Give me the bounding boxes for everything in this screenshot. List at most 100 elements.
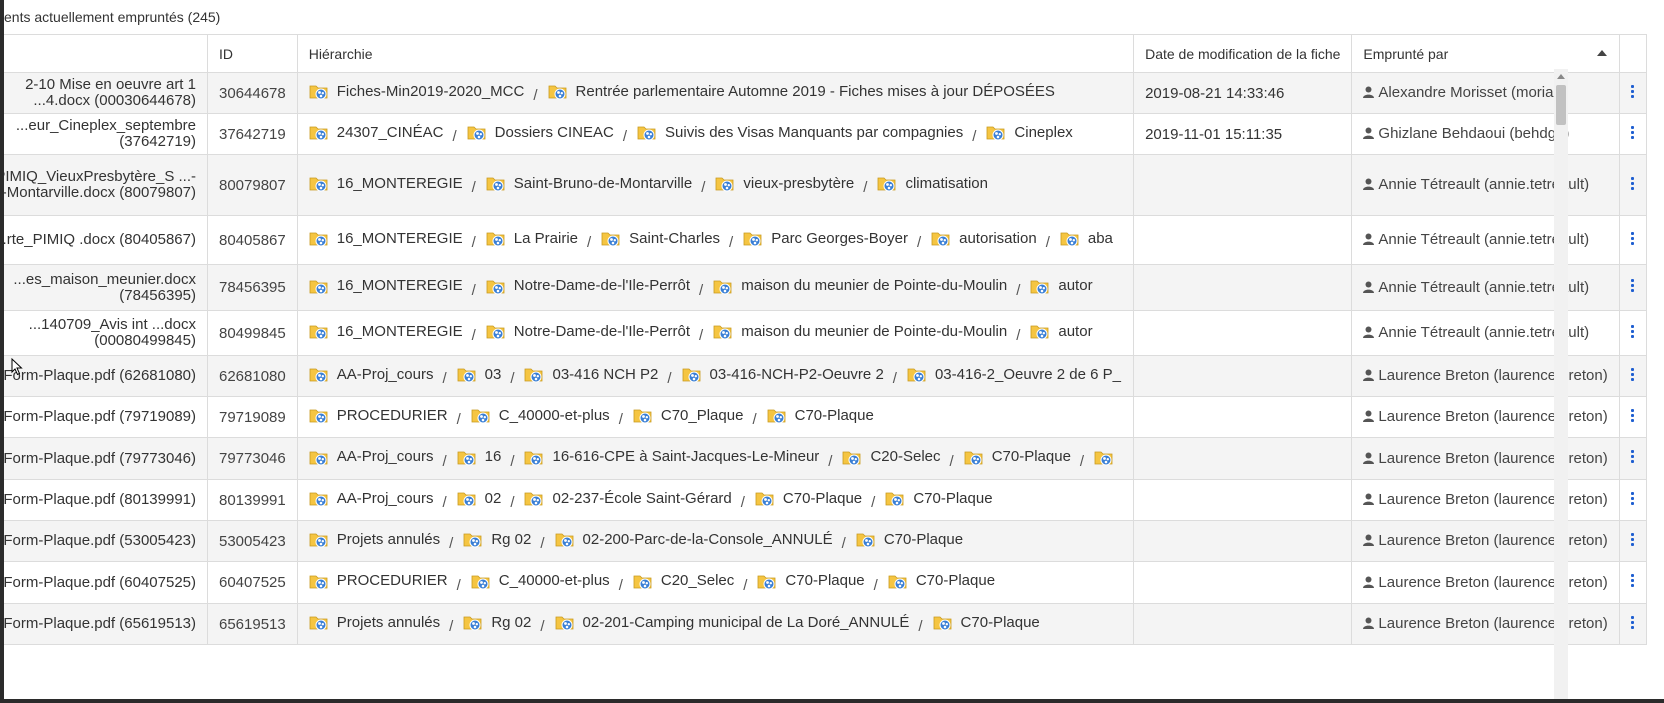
breadcrumb-folder[interactable]: C_40000-et-plus: [471, 572, 610, 590]
table-row[interactable]: ...0-Form-Plaque.pdf (60407525)60407525P…: [4, 561, 1647, 604]
table-row[interactable]: ...PIMIQ_VieuxPresbytère_S ...-de-Montar…: [4, 154, 1647, 216]
table-row[interactable]: ...0-Form-Plaque.pdf (65619513)65619513P…: [4, 603, 1647, 645]
breadcrumb-folder[interactable]: autorisation: [931, 229, 1037, 247]
breadcrumb-folder[interactable]: C70-Plaque: [885, 489, 993, 507]
breadcrumb-folder[interactable]: 24307_CINÉAC: [309, 123, 443, 141]
document-name-cell[interactable]: ...es_maison_meunier.docx (78456395): [4, 264, 208, 311]
kebab-menu-icon[interactable]: [1630, 366, 1635, 383]
document-name[interactable]: ...0-Form-Plaque.pdf (80139991): [4, 492, 196, 508]
document-name-cell[interactable]: ...0-Form-Plaque.pdf (53005423): [4, 520, 208, 562]
breadcrumb-folder[interactable]: C20-Selec: [842, 448, 941, 466]
column-header-id[interactable]: ID: [207, 34, 298, 73]
table-row[interactable]: ...0-Form-Plaque.pdf (53005423)53005423P…: [4, 520, 1647, 562]
document-name-cell[interactable]: ...0-Form-Plaque.pdf (65619513): [4, 603, 208, 645]
breadcrumb-folder[interactable]: Saint-Charles: [601, 229, 720, 247]
breadcrumb-folder[interactable]: AA-Proj_cours: [309, 489, 433, 507]
breadcrumb-folder[interactable]: C70-Plaque: [755, 489, 862, 507]
table-row[interactable]: 2-10 Mise en oeuvre art 1 ...4.docx (000…: [4, 72, 1647, 114]
breadcrumb-folder[interactable]: C70-Plaque: [757, 572, 865, 590]
table-row[interactable]: ...es_maison_meunier.docx (78456395) 7845…: [4, 264, 1647, 311]
breadcrumb-folder[interactable]: Parc Georges-Boyer: [743, 229, 908, 247]
kebab-menu-icon[interactable]: [1630, 572, 1635, 589]
document-name[interactable]: ...es_maison_meunier.docx (78456395): [4, 271, 196, 304]
kebab-menu-icon[interactable]: [1630, 490, 1635, 507]
breadcrumb-folder[interactable]: Cineplex: [986, 123, 1073, 141]
breadcrumb-folder[interactable]: autor: [1030, 277, 1093, 295]
breadcrumb-folder[interactable]: La Prairie: [486, 229, 578, 247]
breadcrumb-folder[interactable]: PROCEDURIER: [309, 406, 448, 424]
breadcrumb-folder[interactable]: 16_MONTEREGIE: [309, 229, 463, 247]
table-row[interactable]: ...0-Form-Plaque.pdf (79773046)79773046A…: [4, 437, 1647, 480]
document-name-cell[interactable]: 2-10 Mise en oeuvre art 1 ...4.docx (000…: [4, 72, 208, 114]
breadcrumb-folder[interactable]: 03-416-2_Oeuvre 2 de 6 P_: [907, 365, 1121, 383]
column-header-modified[interactable]: Date de modification de la fiche: [1133, 34, 1353, 73]
breadcrumb-folder[interactable]: C70-Plaque: [964, 448, 1071, 466]
breadcrumb-folder[interactable]: Dossiers CINEAC: [467, 123, 614, 141]
breadcrumb-folder[interactable]: Rentrée parlementaire Automne 2019 - Fic…: [548, 82, 1055, 100]
document-name[interactable]: ...0-Form-Plaque.pdf (65619513): [4, 616, 196, 632]
breadcrumb-folder[interactable]: C70-Plaque: [888, 572, 995, 590]
breadcrumb-folder[interactable]: C70-Plaque: [856, 530, 963, 548]
breadcrumb-folder[interactable]: 02: [457, 489, 501, 507]
breadcrumb-folder[interactable]: Notre-Dame-de-l'Ile-Perrôt: [486, 322, 690, 340]
column-header-hierarchy[interactable]: Hiérarchie: [296, 34, 1135, 73]
kebab-menu-icon[interactable]: [1630, 230, 1635, 247]
breadcrumb-folder[interactable]: 03-416 NCH P2: [524, 365, 658, 383]
table-row[interactable]: ...rte_PIMIQ .docx (80405867) 80405867 16_…: [4, 215, 1647, 265]
kebab-menu-icon[interactable]: [1630, 277, 1635, 294]
scrollbar-thumb[interactable]: [1556, 85, 1566, 125]
kebab-menu-icon[interactable]: [1630, 448, 1635, 465]
document-name[interactable]: ...PIMIQ_VieuxPresbytère_S ...-de-Montar…: [4, 169, 196, 201]
kebab-menu-icon[interactable]: [1630, 323, 1635, 340]
document-name[interactable]: ...140709_Avis int ...docx (00080499845): [4, 317, 196, 349]
document-name[interactable]: ...0-Form-Plaque.pdf (79773046): [4, 450, 196, 467]
breadcrumb-folder[interactable]: climatisation: [877, 174, 988, 192]
document-name-cell[interactable]: ...0-Form-Plaque.pdf (79773046): [4, 437, 208, 480]
table-row[interactable]: ...0-Form-Plaque.pdf (62681080)62681080A…: [4, 355, 1647, 397]
document-name[interactable]: 2-10 Mise en oeuvre art 1 ...4.docx (000…: [4, 77, 196, 109]
document-name-cell[interactable]: ...0-Form-Plaque.pdf (62681080): [4, 355, 208, 397]
breadcrumb-folder[interactable]: 02-201-Camping municipal de La Doré_ANNU…: [555, 613, 909, 631]
document-name[interactable]: ...0-Form-Plaque.pdf (79719089): [4, 409, 196, 425]
breadcrumb-folder[interactable]: Projets annulés: [309, 530, 440, 548]
document-name[interactable]: ...0-Form-Plaque.pdf (53005423): [4, 533, 196, 549]
breadcrumb-folder[interactable]: [1094, 448, 1122, 466]
breadcrumb-folder[interactable]: 03-416-NCH-P2-Oeuvre 2: [682, 365, 884, 383]
kebab-menu-icon[interactable]: [1630, 531, 1635, 548]
breadcrumb-folder[interactable]: 02-237-École Saint-Gérard: [524, 489, 732, 507]
breadcrumb-folder[interactable]: AA-Proj_cours: [309, 448, 433, 466]
scroll-up-arrow-icon[interactable]: [1557, 74, 1565, 79]
table-row[interactable]: ...eur_Cineplex_septembre (37642719) 3764…: [4, 113, 1647, 155]
breadcrumb-folder[interactable]: Saint-Bruno-de-Montarville: [486, 174, 692, 192]
breadcrumb-folder[interactable]: C70_Plaque: [633, 406, 743, 424]
breadcrumb-folder[interactable]: C_40000-et-plus: [471, 406, 610, 424]
breadcrumb-folder[interactable]: autor: [1030, 322, 1093, 340]
document-name[interactable]: ...eur_Cineplex_septembre (37642719): [4, 118, 196, 150]
kebab-menu-icon[interactable]: [1630, 175, 1635, 192]
breadcrumb-folder[interactable]: 16: [457, 448, 501, 466]
vertical-scrollbar[interactable]: [1554, 69, 1568, 699]
breadcrumb-folder[interactable]: maison du meunier de Pointe-du-Moulin: [713, 322, 1007, 340]
breadcrumb-folder[interactable]: Suivis des Visas Manquants par compagnie…: [637, 123, 963, 141]
breadcrumb-folder[interactable]: Rg 02: [463, 613, 531, 631]
table-row[interactable]: ...0-Form-Plaque.pdf (79719089)79719089P…: [4, 396, 1647, 438]
breadcrumb-folder[interactable]: Notre-Dame-de-l'Ile-Perrôt: [486, 277, 690, 295]
document-name-cell[interactable]: ...0-Form-Plaque.pdf (79719089): [4, 396, 208, 438]
document-name-cell[interactable]: ...0-Form-Plaque.pdf (80139991): [4, 479, 208, 521]
table-row[interactable]: ...0-Form-Plaque.pdf (80139991)80139991A…: [4, 479, 1647, 521]
breadcrumb-folder[interactable]: aba: [1060, 229, 1113, 247]
kebab-menu-icon[interactable]: [1630, 83, 1635, 100]
breadcrumb-folder[interactable]: Fiches-Min2019-2020_MCC: [309, 82, 524, 100]
breadcrumb-folder[interactable]: 16_MONTEREGIE: [309, 277, 463, 295]
document-name[interactable]: ...rte_PIMIQ .docx (80405867): [4, 232, 196, 248]
breadcrumb-folder[interactable]: AA-Proj_cours: [309, 365, 433, 383]
document-name[interactable]: ...0-Form-Plaque.pdf (62681080): [4, 368, 196, 384]
document-name-cell[interactable]: ...rte_PIMIQ .docx (80405867): [4, 215, 208, 265]
breadcrumb-folder[interactable]: 16_MONTEREGIE: [309, 174, 463, 192]
column-header-name[interactable]: [4, 34, 208, 73]
table-row[interactable]: ...140709_Avis int ...docx (00080499845)…: [4, 310, 1647, 356]
breadcrumb-folder[interactable]: Rg 02: [463, 530, 531, 548]
breadcrumb-folder[interactable]: vieux-presbytère: [715, 174, 854, 192]
breadcrumb-folder[interactable]: Projets annulés: [309, 613, 440, 631]
breadcrumb-folder[interactable]: 16_MONTEREGIE: [309, 322, 463, 340]
